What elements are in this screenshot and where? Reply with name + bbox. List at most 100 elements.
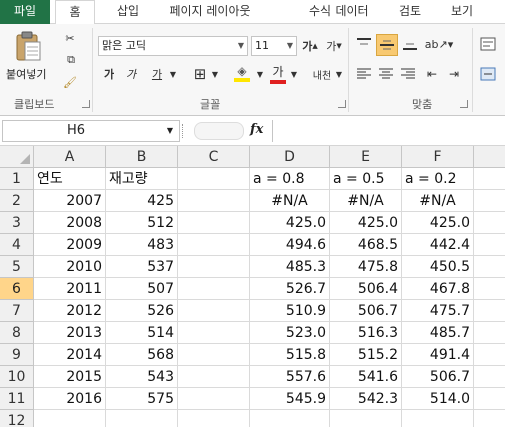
tab-insert[interactable]: 삽입 <box>108 0 148 24</box>
tab-file[interactable]: 파일 <box>0 0 50 24</box>
cell-b9[interactable]: 568 <box>106 344 178 366</box>
cell-g8[interactable] <box>474 322 505 344</box>
cell-e11[interactable]: 542.3 <box>330 388 402 410</box>
row-header-12[interactable]: 12 <box>0 410 34 427</box>
cell-c4[interactable] <box>178 234 250 256</box>
cell-f8[interactable]: 485.7 <box>402 322 474 344</box>
cell-f2[interactable]: #N/A <box>402 190 474 212</box>
column-header-c[interactable]: C <box>178 146 250 168</box>
cell-g11[interactable] <box>474 388 505 410</box>
cell-f12[interactable] <box>402 410 474 427</box>
border-icon[interactable]: ⊞ <box>190 64 210 84</box>
align-launcher-icon[interactable] <box>460 100 468 108</box>
merge-center-icon[interactable] <box>478 64 498 84</box>
cell-c2[interactable] <box>178 190 250 212</box>
splitter-handle[interactable] <box>182 124 192 138</box>
row-header-6[interactable]: 6 <box>0 278 34 300</box>
cell-g6[interactable] <box>474 278 505 300</box>
wrap-text-icon[interactable] <box>478 34 498 54</box>
cell-a12[interactable] <box>34 410 106 427</box>
column-header-f[interactable]: F <box>402 146 474 168</box>
fill-color-icon[interactable]: ◈ <box>232 62 252 84</box>
select-all-button[interactable] <box>0 146 34 168</box>
cell-d2[interactable]: #N/A <box>250 190 330 212</box>
phonetic-icon[interactable]: 내천 <box>310 64 334 84</box>
cell-a3[interactable]: 2008 <box>34 212 106 234</box>
cell-e9[interactable]: 515.2 <box>330 344 402 366</box>
cell-e3[interactable]: 425.0 <box>330 212 402 234</box>
cell-b11[interactable]: 575 <box>106 388 178 410</box>
cell-d1[interactable]: a = 0.8 <box>250 168 330 190</box>
cell-d5[interactable]: 485.3 <box>250 256 330 278</box>
cell-e5[interactable]: 475.8 <box>330 256 402 278</box>
cell-f10[interactable]: 506.7 <box>402 366 474 388</box>
cell-e6[interactable]: 506.4 <box>330 278 402 300</box>
align-top-icon[interactable] <box>354 34 374 54</box>
cell-f4[interactable]: 442.4 <box>402 234 474 256</box>
cell-g3[interactable] <box>474 212 505 234</box>
tab-home[interactable]: 홈 <box>55 0 95 25</box>
row-header-7[interactable]: 7 <box>0 300 34 322</box>
align-left-icon[interactable] <box>354 64 374 84</box>
row-header-10[interactable]: 10 <box>0 366 34 388</box>
cell-f6[interactable]: 467.8 <box>402 278 474 300</box>
cell-e10[interactable]: 541.6 <box>330 366 402 388</box>
row-header-3[interactable]: 3 <box>0 212 34 234</box>
cell-c10[interactable] <box>178 366 250 388</box>
tab-review[interactable]: 검토 <box>390 0 430 24</box>
cell-a1[interactable]: 연도 <box>34 168 106 190</box>
row-header-5[interactable]: 5 <box>0 256 34 278</box>
row-header-11[interactable]: 11 <box>0 388 34 410</box>
cell-a6[interactable]: 2011 <box>34 278 106 300</box>
cell-b10[interactable]: 543 <box>106 366 178 388</box>
cell-b6[interactable]: 507 <box>106 278 178 300</box>
cell-e12[interactable] <box>330 410 402 427</box>
cell-a2[interactable]: 2007 <box>34 190 106 212</box>
cell-g9[interactable] <box>474 344 505 366</box>
cell-a8[interactable]: 2013 <box>34 322 106 344</box>
cell-c1[interactable] <box>178 168 250 190</box>
cell-a10[interactable]: 2015 <box>34 366 106 388</box>
row-header-2[interactable]: 2 <box>0 190 34 212</box>
chevron-down-icon[interactable]: ▼ <box>210 64 220 84</box>
cell-e7[interactable]: 506.7 <box>330 300 402 322</box>
align-right-icon[interactable] <box>398 64 418 84</box>
font-size-dropdown[interactable]: 11 ▼ <box>251 36 297 56</box>
row-header-8[interactable]: 8 <box>0 322 34 344</box>
column-header-a[interactable]: A <box>34 146 106 168</box>
row-header-4[interactable]: 4 <box>0 234 34 256</box>
cell-c5[interactable] <box>178 256 250 278</box>
cut-icon[interactable]: ✂ <box>62 30 78 46</box>
cell-g7[interactable] <box>474 300 505 322</box>
clipboard-launcher-icon[interactable] <box>82 100 90 108</box>
column-header-e[interactable]: E <box>330 146 402 168</box>
underline-icon[interactable]: 가 <box>146 64 168 84</box>
align-bottom-icon[interactable] <box>400 34 420 54</box>
cell-d10[interactable]: 557.6 <box>250 366 330 388</box>
cell-c6[interactable] <box>178 278 250 300</box>
align-middle-icon[interactable] <box>376 34 398 56</box>
formula-input[interactable] <box>272 120 505 142</box>
tab-page-layout[interactable]: 페이지 레이아웃 <box>160 0 260 24</box>
tab-data[interactable]: 데이터 <box>330 0 374 24</box>
chevron-down-icon[interactable]: ▼ <box>334 64 344 84</box>
cell-b3[interactable]: 512 <box>106 212 178 234</box>
cell-d6[interactable]: 526.7 <box>250 278 330 300</box>
font-color-icon[interactable]: 가 <box>268 62 288 84</box>
decrease-indent-icon[interactable]: ⇤ <box>422 64 442 84</box>
decrease-font-icon[interactable]: 가 ▼ <box>324 36 344 56</box>
cell-a4[interactable]: 2009 <box>34 234 106 256</box>
cell-f5[interactable]: 450.5 <box>402 256 474 278</box>
cell-c11[interactable] <box>178 388 250 410</box>
cell-a9[interactable]: 2014 <box>34 344 106 366</box>
cell-a11[interactable]: 2016 <box>34 388 106 410</box>
font-name-dropdown[interactable]: 맑은 고딕 ▼ <box>98 36 248 56</box>
cell-e2[interactable]: #N/A <box>330 190 402 212</box>
font-launcher-icon[interactable] <box>338 100 346 108</box>
italic-icon[interactable]: 가 <box>122 64 140 84</box>
cell-g5[interactable] <box>474 256 505 278</box>
cell-f11[interactable]: 514.0 <box>402 388 474 410</box>
row-header-1[interactable]: 1 <box>0 168 34 190</box>
tab-view[interactable]: 보기 <box>442 0 482 24</box>
orientation-icon[interactable]: ab↗▾ <box>425 34 453 54</box>
